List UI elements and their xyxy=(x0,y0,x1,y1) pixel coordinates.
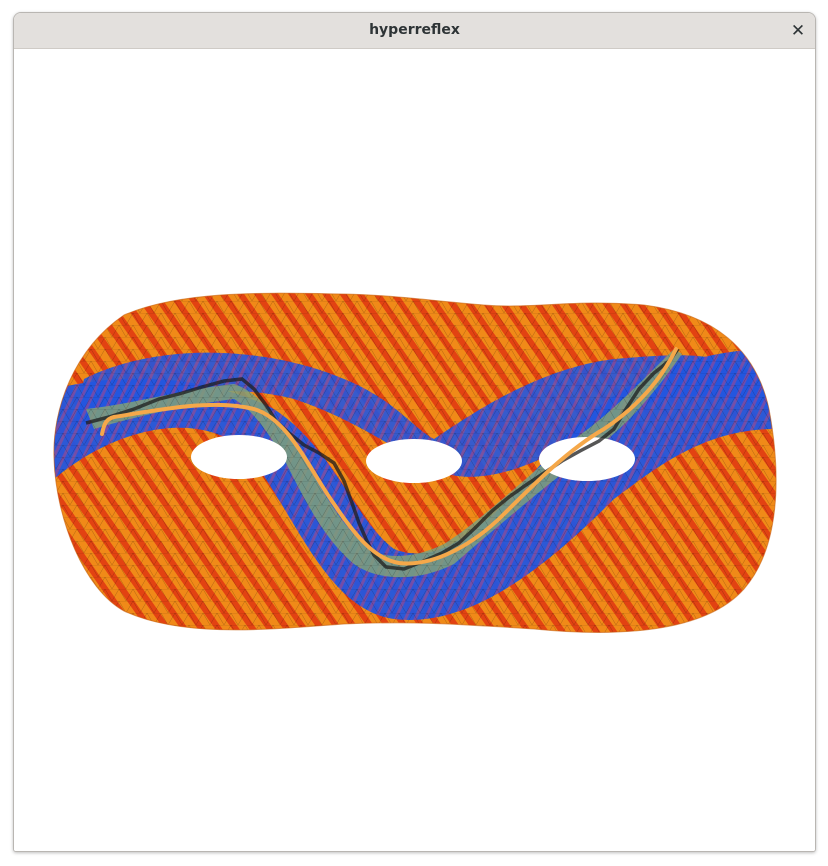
title-bar[interactable]: hyperreflex ✕ xyxy=(14,13,815,49)
surface-hole-right xyxy=(539,437,635,481)
window-title: hyperreflex xyxy=(369,22,460,38)
app-window: hyperreflex ✕ xyxy=(13,12,816,852)
close-icon: ✕ xyxy=(790,21,806,41)
close-button[interactable]: ✕ xyxy=(787,20,809,42)
surface-render xyxy=(53,292,777,633)
surface-hole-left xyxy=(191,435,287,479)
surface-hole-center xyxy=(366,439,462,483)
3d-viewport[interactable] xyxy=(14,49,815,851)
